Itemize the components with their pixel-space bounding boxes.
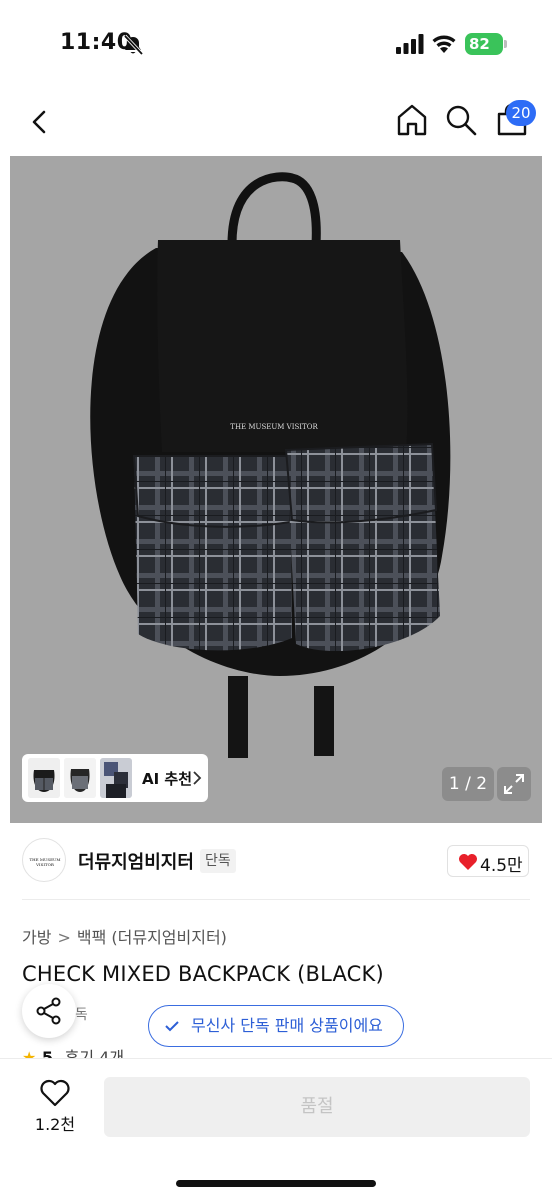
top-navigation — [0, 90, 552, 156]
bottom-action-bar: 1.2천 품절 — [0, 1058, 552, 1200]
battery-indicator: 82 — [465, 33, 503, 55]
thumbnail-model[interactable] — [100, 758, 132, 798]
exclusive-sale-banner[interactable]: 무신사 단독 판매 상품이에요 — [148, 1005, 404, 1047]
backpack-illustration: THE MUSEUM VISITOR — [90, 172, 451, 758]
expand-arrows-icon[interactable] — [497, 767, 531, 801]
ai-recommend-strip[interactable]: AI 추천 — [22, 754, 208, 802]
bell-slash-icon — [123, 34, 144, 56]
expand-arrows-glyph — [504, 774, 524, 794]
breadcrumb: 가방 > 백팩 (더뮤지엄비지터) — [22, 924, 227, 948]
signal-bars-icon — [396, 34, 424, 54]
brand-logo-text: THE MUSEUM VISITOR — [29, 857, 61, 867]
divider — [22, 899, 530, 900]
check-icon — [165, 1021, 179, 1032]
product-title: CHECK MIXED BACKPACK (BLACK) — [22, 962, 384, 986]
bag-brand-print: THE MUSEUM VISITOR — [230, 423, 318, 431]
wifi-icon — [432, 35, 456, 53]
thumbnail-backpack-front[interactable] — [28, 758, 60, 798]
breadcrumb-subcategory[interactable]: 백팩 (더뮤지엄비지터) — [77, 924, 227, 948]
battery-charging-icon — [504, 40, 507, 48]
brand-like-button[interactable]: 4.5만 — [447, 845, 529, 877]
chevron-left-icon[interactable] — [24, 104, 56, 140]
brand-name[interactable]: 더뮤지엄비지터 — [78, 848, 194, 874]
battery-level: 82 — [469, 35, 490, 53]
chevron-right-icon — [193, 771, 202, 785]
search-icon[interactable] — [443, 102, 479, 138]
heart-filled-icon — [459, 854, 477, 870]
product-image[interactable]: THE MUSEUM VISITOR — [10, 156, 542, 823]
share-button[interactable] — [22, 984, 76, 1038]
exclusive-tag: 단독 — [200, 849, 236, 873]
ai-recommend-label: AI 추천 — [142, 770, 193, 788]
brand-logo[interactable]: THE MUSEUM VISITOR — [22, 838, 66, 882]
breadcrumb-category[interactable]: 가방 — [22, 924, 51, 948]
thumbnail-image — [64, 758, 96, 798]
chevron-right-icon: > — [57, 928, 71, 947]
brand-like-count: 4.5만 — [480, 856, 523, 876]
wishlist-button[interactable]: 1.2천 — [24, 1079, 86, 1143]
thumbnail-backpack-side[interactable] — [64, 758, 96, 798]
cart-count-badge: 20 — [506, 100, 536, 126]
image-counter: 1 / 2 — [442, 767, 494, 801]
share-icon — [36, 997, 61, 1025]
heart-outline-icon — [40, 1079, 70, 1107]
wishlist-count: 1.2천 — [34, 1115, 76, 1134]
thumbnail-image — [28, 758, 60, 798]
status-bar: 11:40 82 — [0, 0, 552, 90]
sold-out-button[interactable]: 품절 — [104, 1077, 530, 1137]
home-icon[interactable] — [394, 102, 430, 138]
home-indicator — [176, 1180, 376, 1187]
thumbnail-image — [100, 758, 132, 798]
